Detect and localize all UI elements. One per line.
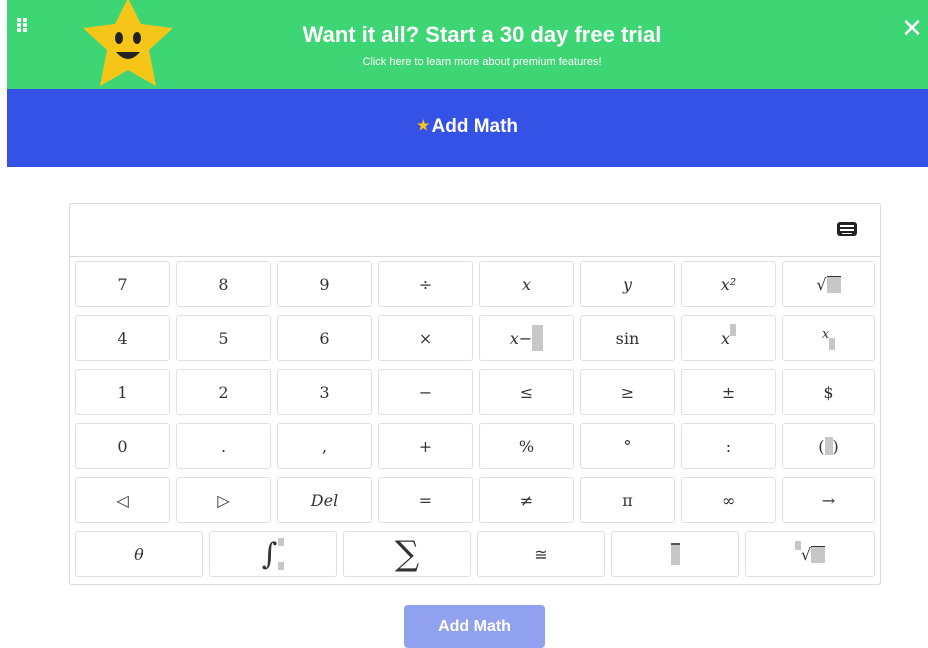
placeholder-box [278,562,285,570]
key-4[interactable]: 4 [75,315,170,361]
star-mascot-icon [83,0,173,86]
math-input-field[interactable] [70,204,880,257]
key-decimal[interactable]: . [176,423,271,469]
key-equals[interactable]: = [378,477,473,523]
key-3[interactable]: 3 [277,369,372,415]
placeholder-box [826,275,841,293]
key-less-equal[interactable]: ≤ [479,369,574,415]
key-not-equal[interactable]: ≠ [479,477,574,523]
key-9[interactable]: 9 [277,261,372,307]
placeholder-box [278,538,285,546]
placeholder-box [824,437,833,455]
key-congruent[interactable]: ≅ [477,531,605,577]
key-6[interactable]: 6 [277,315,372,361]
key-x-subscript[interactable]: x_x [782,315,875,361]
key-y[interactable]: y [580,261,675,307]
placeholder-box [532,325,544,351]
key-colon[interactable]: : [681,423,776,469]
key-infinity[interactable]: ∞ [681,477,776,523]
key-nth-root[interactable]: ⁿ√√ [745,531,875,577]
key-cursor-left[interactable]: ◁ [75,477,170,523]
dialog-header: ★ Add Math [7,89,928,167]
key-1[interactable]: 1 [75,369,170,415]
key-plus[interactable]: + [378,423,473,469]
key-delete[interactable]: Del [277,477,372,523]
key-pi[interactable]: π [580,477,675,523]
math-editor: 7 8 9 ÷ x y x² √ 4 5 6 × x− sin x^x x_x … [69,203,881,585]
placeholder-box [670,543,680,565]
placeholder-box [811,545,826,563]
key-minus[interactable]: − [378,369,473,415]
star-icon: ★ [416,117,430,133]
paren-close: ) [832,436,839,456]
key-divide[interactable]: ÷ [378,261,473,307]
key-comma[interactable]: , [277,423,372,469]
key-plus-minus[interactable]: ± [681,369,776,415]
key-2[interactable]: 2 [176,369,271,415]
key-0[interactable]: 0 [75,423,170,469]
drag-grip-icon[interactable] [17,18,29,32]
integral-limits [278,538,285,570]
dialog-title-text: Add Math [431,116,519,137]
key-cursor-right[interactable]: ▷ [176,477,271,523]
key-theta[interactable]: θ [75,531,203,577]
placeholder-box [829,338,836,350]
key-integral[interactable]: ∫ [209,531,337,577]
key-overline[interactable]: overline [611,531,739,577]
x-base: x [821,326,830,342]
key-dollar[interactable]: $ [782,369,875,415]
key-multiply[interactable]: × [378,315,473,361]
dialog-title: ★ Add Math [7,116,928,138]
key-square-root[interactable]: √ [782,261,875,307]
key-8[interactable]: 8 [176,261,271,307]
root-sign: √ [800,544,812,564]
key-x[interactable]: x [479,261,574,307]
sqrt-label: √ [816,274,827,294]
x-base: x [720,328,731,348]
key-x-squared[interactable]: x² [681,261,776,307]
keyboard-icon[interactable] [837,222,857,236]
integral-label: ∫ [261,536,278,572]
keypad: 7 8 9 ÷ x y x² √ 4 5 6 × x− sin x^x x_x … [70,257,880,584]
key-greater-equal[interactable]: ≥ [580,369,675,415]
add-math-button[interactable]: Add Math [404,605,545,648]
key-5[interactable]: 5 [176,315,271,361]
key-x-minus[interactable]: x− [479,315,574,361]
key-7[interactable]: 7 [75,261,170,307]
close-icon[interactable]: ✕ [900,14,924,42]
key-sin[interactable]: sin [580,315,675,361]
key-x-power[interactable]: x^x [681,315,776,361]
placeholder-box [730,324,737,336]
key-summation[interactable]: ∑ [343,531,471,577]
x-minus-label: x− [509,328,533,348]
promo-title[interactable]: Want it all? Start a 30 day free trial [207,22,757,48]
key-percent[interactable]: % [479,423,574,469]
promo-subtitle[interactable]: Click here to learn more about premium f… [207,56,757,68]
key-degree[interactable]: ° [580,423,675,469]
key-parentheses[interactable]: ( )() [782,423,875,469]
key-arrow-right[interactable]: → [782,477,875,523]
placeholder-box [794,540,801,550]
promo-banner[interactable]: Want it all? Start a 30 day free trial C… [7,0,928,89]
